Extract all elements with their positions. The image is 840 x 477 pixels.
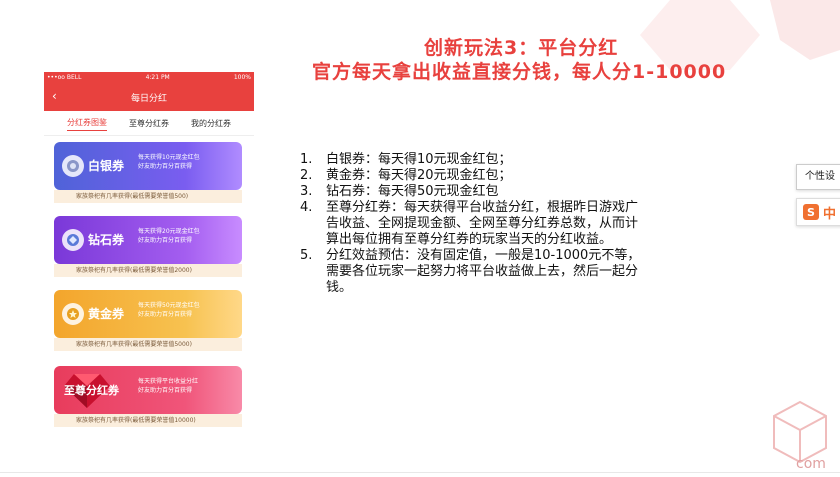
card-footer: 家族祭祀有几率获得(最低需要荣誉值2000) (54, 264, 242, 277)
list-number: 1. (300, 152, 313, 167)
gold-medal-icon (62, 303, 84, 325)
tab-bar: 分红券图鉴 至尊分红券 我的分红券 (44, 111, 254, 136)
list-number: 4. (300, 200, 313, 215)
card-silver[interactable]: 白银券 每天获得10元现金红包 好友助力百分百获得 家族祭祀有几率获得(最低需要… (54, 142, 242, 203)
card-face: 白银券 每天获得10元现金红包 好友助力百分百获得 (54, 142, 242, 190)
ime-toolbar[interactable]: S 中 (796, 198, 840, 226)
status-bar: •••oo BELL 4:21 PM 100% (44, 72, 254, 83)
card-desc: 每天获得50元现金红包 好友助力百分百获得 (138, 301, 200, 319)
tab-supreme-card[interactable]: 至尊分红券 (129, 116, 169, 131)
card-footer: 家族祭祀有几率获得(最低需要荣誉值500) (54, 190, 242, 203)
list-text: 白银券：每天得10元现金红包； (326, 152, 512, 167)
back-chevron-icon[interactable]: ‹ (52, 89, 57, 103)
card-supreme[interactable]: 至尊分红券 每天获得平台收益分红 好友助力百分百获得 家族祭祀有几率获得(最低需… (54, 366, 242, 427)
card-diamond[interactable]: 钻石券 每天获得20元现金红包 好友助力百分百获得 家族祭祀有几率获得(最低需要… (54, 216, 242, 277)
nav-bar: ‹ 每日分红 (44, 83, 254, 111)
divider (0, 472, 840, 473)
card-desc: 每天获得10元现金红包 好友助力百分百获得 (138, 153, 200, 171)
card-desc-line1: 每天获得平台收益分红 (138, 378, 199, 385)
list-item: 4. 至尊分红券：每天获得平台收益分红，根据昨日游戏广告收益、全网提现金额、全网… (300, 200, 660, 248)
slide-title: 创新玩法3：平台分红 官方每天拿出收益直接分钱，每人分1-10000 (312, 36, 762, 84)
phone-mockup: •••oo BELL 4:21 PM 100% ‹ 每日分红 分红券图鉴 至尊分… (44, 72, 254, 436)
card-footer: 家族祭祀有几率获得(最低需要荣誉值5000) (54, 338, 242, 351)
list-item: 1. 白银券：每天得10元现金红包； (300, 152, 660, 168)
watermark-text: com (796, 456, 826, 472)
slide-title-line2: 官方每天拿出收益直接分钱，每人分1-10000 (312, 61, 727, 83)
list-number: 2. (300, 168, 313, 183)
ime-mode-label[interactable]: 中 (823, 203, 836, 222)
diamond-medal-icon (62, 229, 84, 251)
list-number: 3. (300, 184, 313, 199)
carrier-label: •••oo BELL (47, 74, 82, 81)
card-footer: 家族祭祀有几率获得(最低需要荣誉值10000) (54, 414, 242, 427)
card-desc-line2: 好友助力百分百获得 (138, 163, 193, 170)
card-desc-line2: 好友助力百分百获得 (138, 387, 193, 394)
slide-title-line1: 创新玩法3：平台分红 (424, 37, 619, 59)
card-desc: 每天获得20元现金红包 好友助力百分百获得 (138, 227, 200, 245)
list-text: 钻石券：每天得50元现金红包 (326, 184, 499, 199)
list-number: 5. (300, 248, 313, 263)
card-name: 至尊分红券 (64, 384, 119, 397)
card-face: 至尊分红券 每天获得平台收益分红 好友助力百分百获得 (54, 366, 242, 414)
list-text: 至尊分红券：每天获得平台收益分红，根据昨日游戏广告收益、全网提现金额、全网至尊分… (326, 200, 639, 247)
card-desc: 每天获得平台收益分红 好友助力百分百获得 (138, 377, 198, 395)
card-name: 黄金券 (88, 307, 125, 321)
personalize-tooltip: 个性设 (796, 164, 840, 190)
time-label: 4:21 PM (145, 74, 170, 81)
card-name: 白银券 (88, 159, 125, 173)
card-face: 钻石券 每天获得20元现金红包 好友助力百分百获得 (54, 216, 242, 264)
nav-title: 每日分红 (130, 93, 167, 104)
sogou-logo-icon[interactable]: S (803, 204, 819, 220)
card-desc-line1: 每天获得50元现金红包 (138, 302, 200, 309)
list-item: 5. 分红效益预估：没有固定值，一般是10-1000元不等，需要各位玩家一起努力… (300, 248, 660, 296)
list-item: 3. 钻石券：每天得50元现金红包 (300, 184, 660, 200)
card-gold[interactable]: 黄金券 每天获得50元现金红包 好友助力百分百获得 家族祭祀有几率获得(最低需要… (54, 290, 242, 351)
silver-medal-icon (62, 155, 84, 177)
card-desc-line2: 好友助力百分百获得 (138, 311, 193, 318)
card-face: 黄金券 每天获得50元现金红包 好友助力百分百获得 (54, 290, 242, 338)
list-text: 黄金券：每天得20元现金红包； (326, 168, 512, 183)
card-desc-line2: 好友助力百分百获得 (138, 237, 193, 244)
tab-my-cards[interactable]: 我的分红券 (191, 116, 231, 131)
tab-card-catalog[interactable]: 分红券图鉴 (67, 115, 107, 131)
card-desc-line1: 每天获得20元现金红包 (138, 228, 200, 235)
list-item: 2. 黄金券：每天得20元现金红包； (300, 168, 660, 184)
battery-label: 100% (233, 74, 251, 81)
card-name: 钻石券 (88, 233, 125, 247)
list-text: 分红效益预估：没有固定值，一般是10-1000元不等，需要各位玩家一起努力将平台… (326, 248, 641, 295)
rules-list: 1. 白银券：每天得10元现金红包； 2. 黄金券：每天得20元现金红包； 3.… (300, 152, 660, 296)
card-desc-line1: 每天获得10元现金红包 (138, 154, 200, 161)
